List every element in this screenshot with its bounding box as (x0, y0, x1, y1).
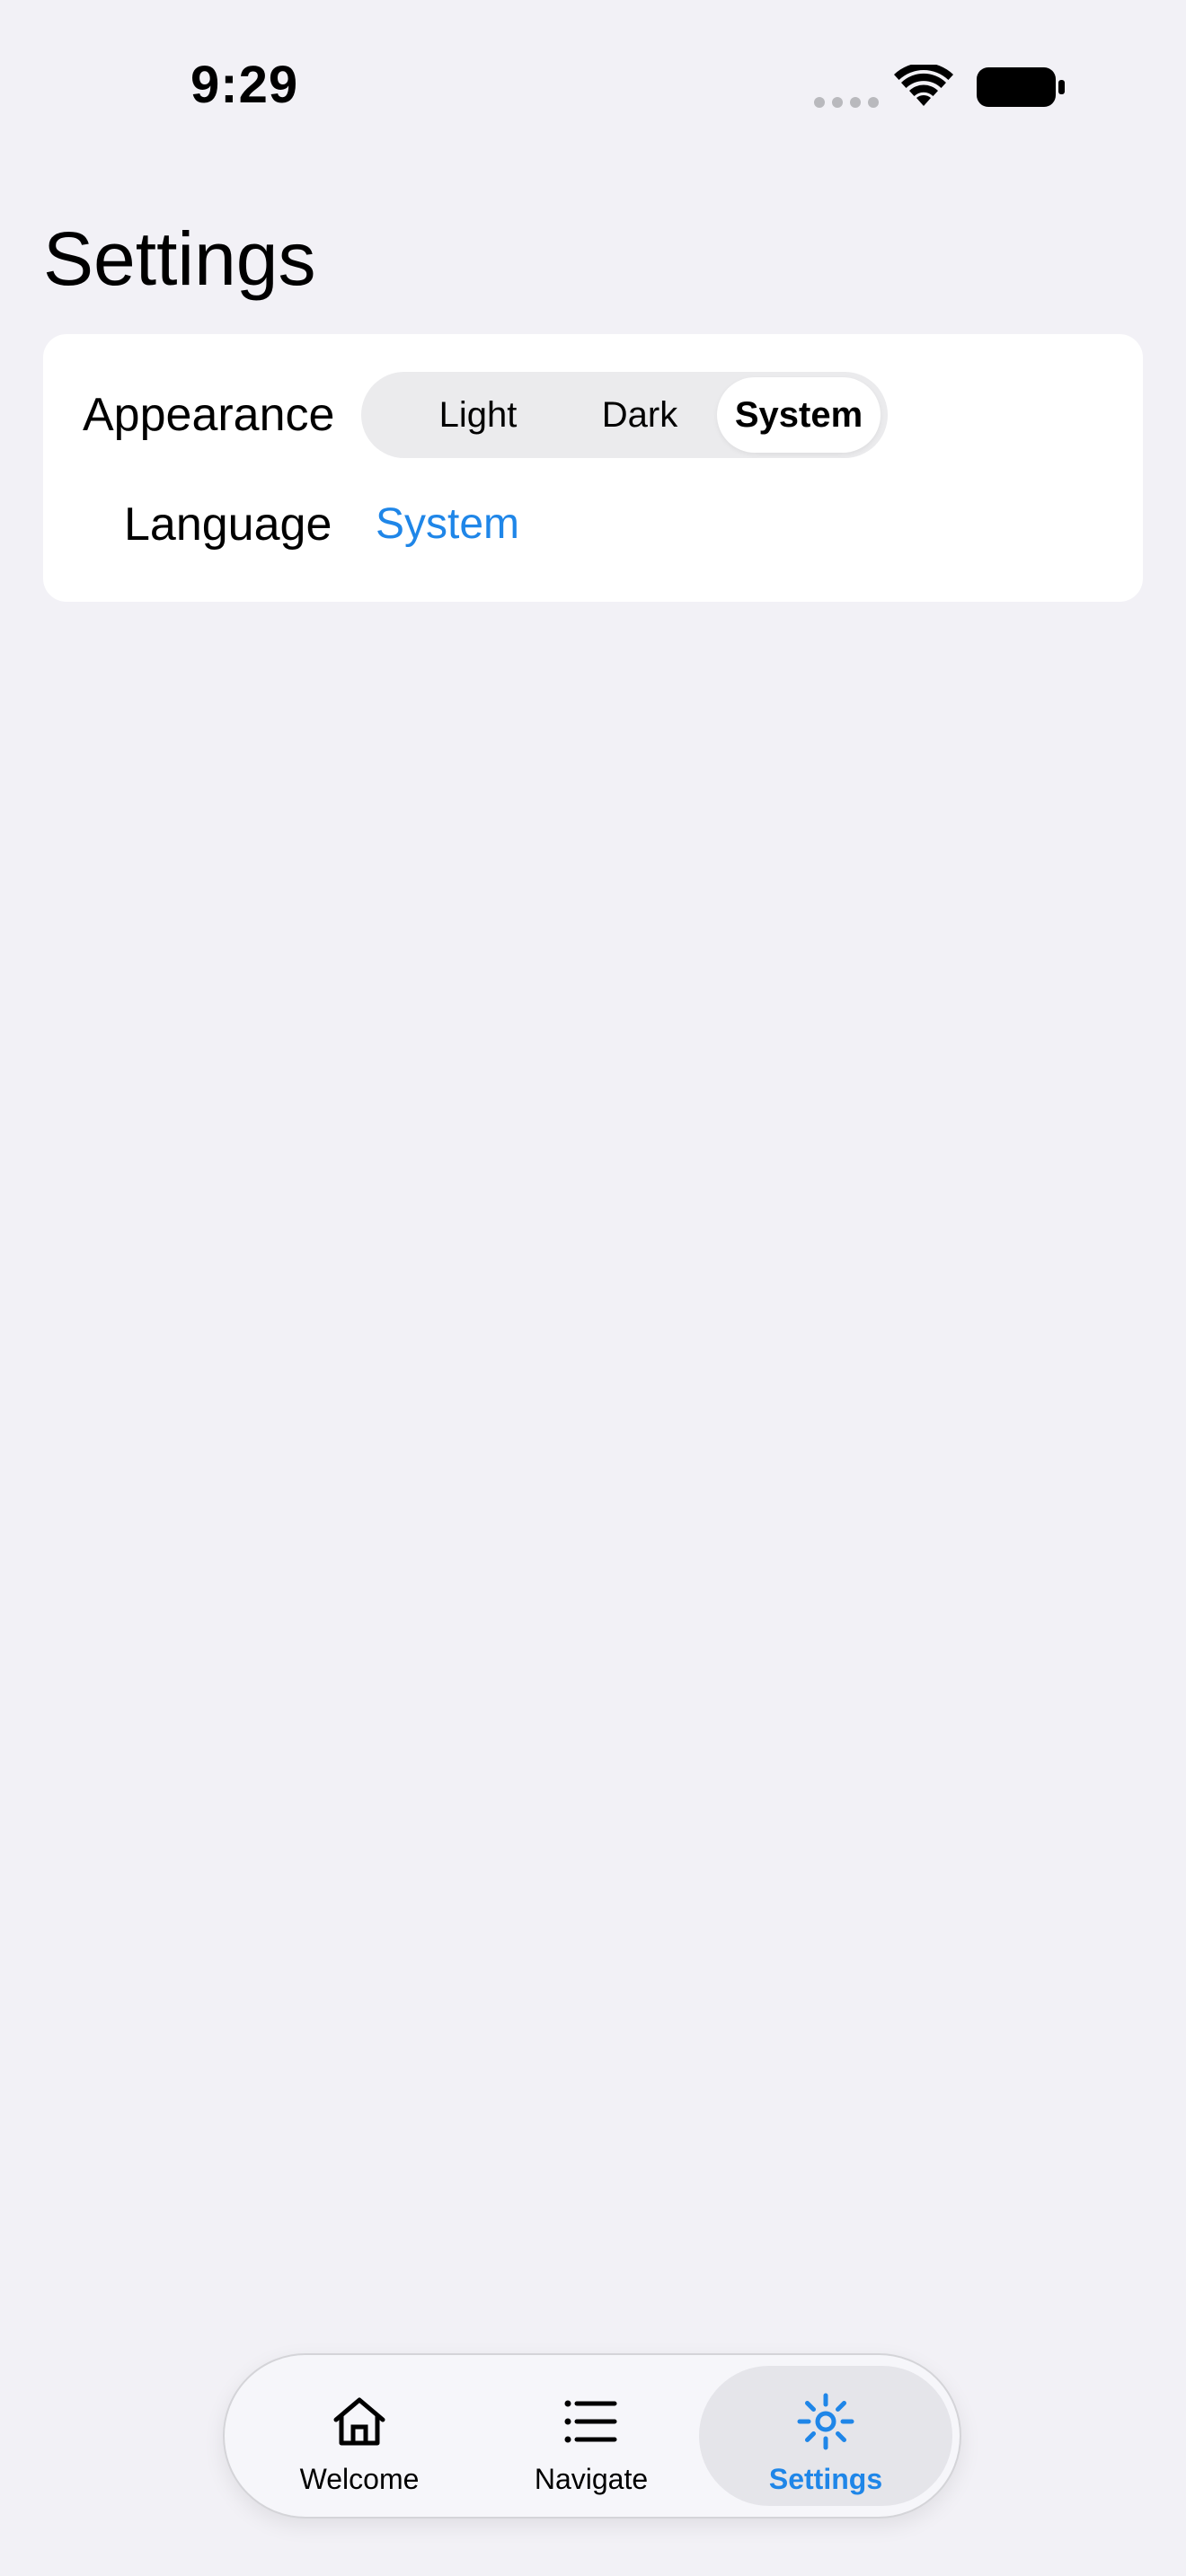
cellular-signal-icon (814, 97, 879, 108)
battery-icon (977, 67, 1065, 107)
status-indicators (809, 65, 1069, 110)
appearance-option-system[interactable]: System (717, 377, 881, 453)
tab-bar: Welcome Navigate Settings (223, 2353, 961, 2519)
home-icon (333, 2397, 385, 2446)
tab-label-settings: Settings (768, 2463, 883, 2495)
tab-welcome[interactable]: Welcome (252, 2355, 467, 2517)
tab-label-navigate: Navigate (534, 2463, 649, 2495)
list-icon (564, 2400, 617, 2443)
tab-label-welcome: Welcome (299, 2463, 420, 2495)
tab-settings[interactable]: Settings (699, 2366, 952, 2506)
appearance-label: Appearance (83, 389, 335, 441)
language-label: Language (124, 498, 332, 551)
settings-card: Appearance Light Dark System Language Sy… (43, 334, 1143, 602)
appearance-option-dark[interactable]: Dark (559, 377, 721, 453)
appearance-option-light[interactable]: Light (397, 377, 559, 453)
status-time: 9:29 (190, 56, 299, 114)
appearance-segmented-control: Light Dark System (361, 372, 888, 458)
tab-navigate[interactable]: Navigate (483, 2355, 699, 2517)
page-title: Settings (43, 216, 316, 301)
wifi-icon (894, 65, 953, 106)
language-picker[interactable]: System (376, 496, 519, 553)
gear-icon (797, 2393, 854, 2450)
